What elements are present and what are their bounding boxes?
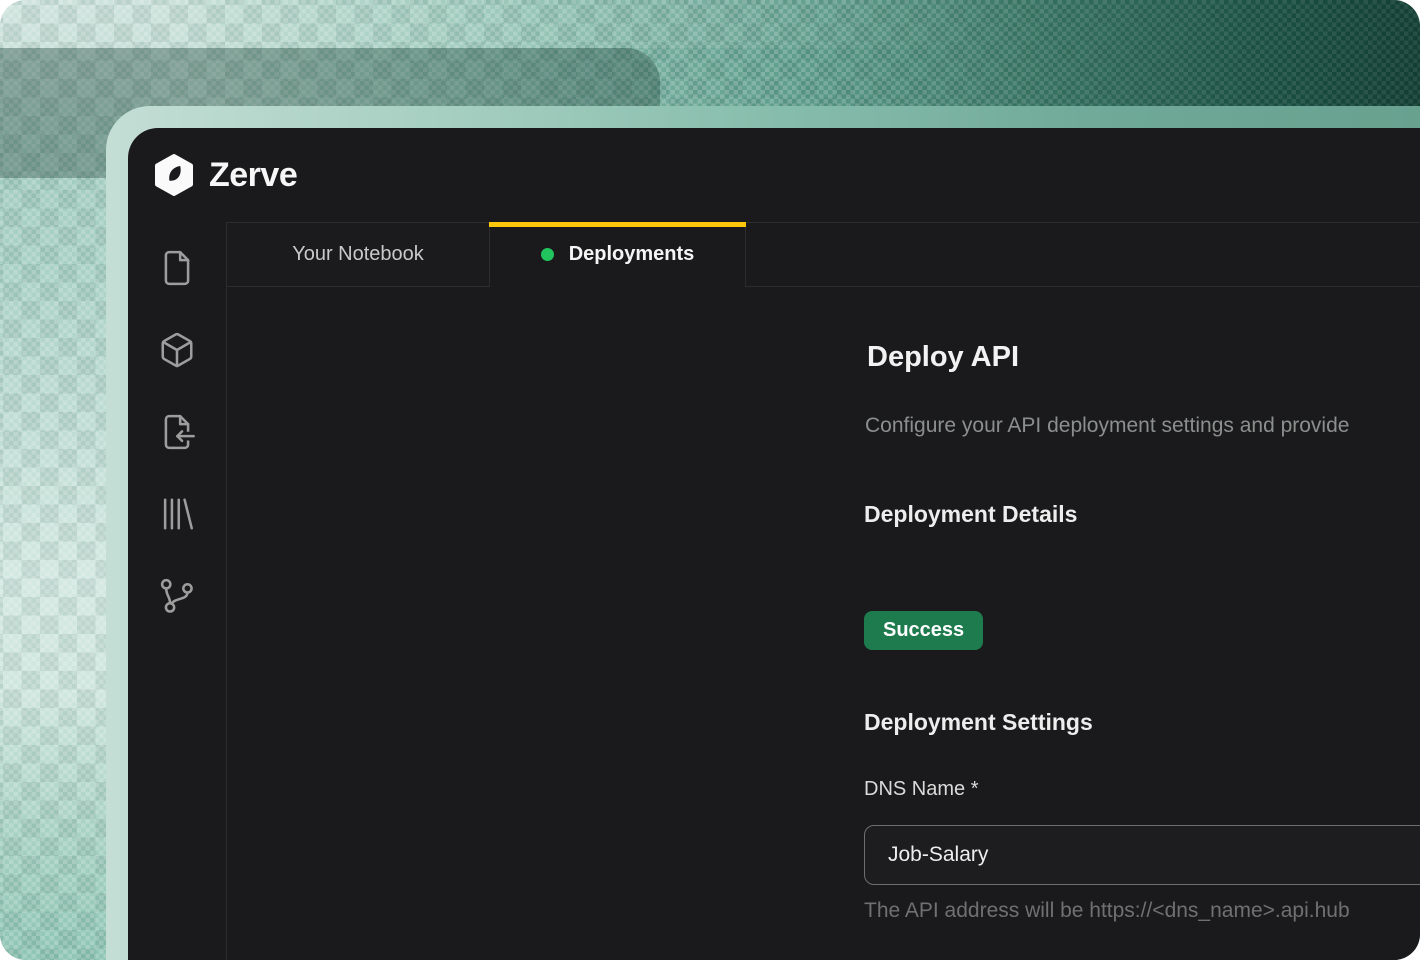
status-dot: [541, 248, 554, 261]
file-icon[interactable]: [158, 249, 196, 287]
dns-name-input[interactable]: [864, 825, 1420, 885]
main-column: Your Notebook Deployments Deploy API Con…: [227, 222, 1420, 960]
zerve-logo-icon: [154, 153, 194, 197]
deploy-panel: Deploy API Configure your API deployment…: [227, 287, 1420, 960]
dns-help-text: The API address will be https://<dns_nam…: [864, 899, 1350, 923]
git-branch-icon[interactable]: [158, 577, 196, 615]
brand-wordmark: Zerve: [209, 156, 297, 195]
box-icon[interactable]: [158, 331, 196, 369]
page-subtitle: Configure your API deployment settings a…: [865, 414, 1349, 438]
deployment-details-heading: Deployment Details: [864, 501, 1077, 528]
tab-your-notebook-label: Your Notebook: [292, 243, 424, 266]
status-badge: Success: [864, 611, 983, 650]
tab-deployments-label: Deployments: [569, 243, 695, 266]
tab-your-notebook[interactable]: Your Notebook: [227, 223, 490, 286]
icon-sidebar: [128, 222, 227, 960]
app-header: Zerve: [128, 128, 1420, 222]
dns-name-label: DNS Name *: [864, 778, 978, 801]
app-window: Zerve: [128, 128, 1420, 960]
library-icon[interactable]: [158, 495, 196, 533]
tab-bar: Your Notebook Deployments: [227, 222, 1420, 287]
marketing-backdrop: Zerve: [0, 0, 1420, 960]
deployment-settings-heading: Deployment Settings: [864, 709, 1093, 736]
tab-deployments[interactable]: Deployments: [490, 223, 746, 286]
page-title: Deploy API: [867, 341, 1019, 374]
app-body: Your Notebook Deployments Deploy API Con…: [128, 222, 1420, 960]
file-import-icon[interactable]: [158, 413, 196, 451]
